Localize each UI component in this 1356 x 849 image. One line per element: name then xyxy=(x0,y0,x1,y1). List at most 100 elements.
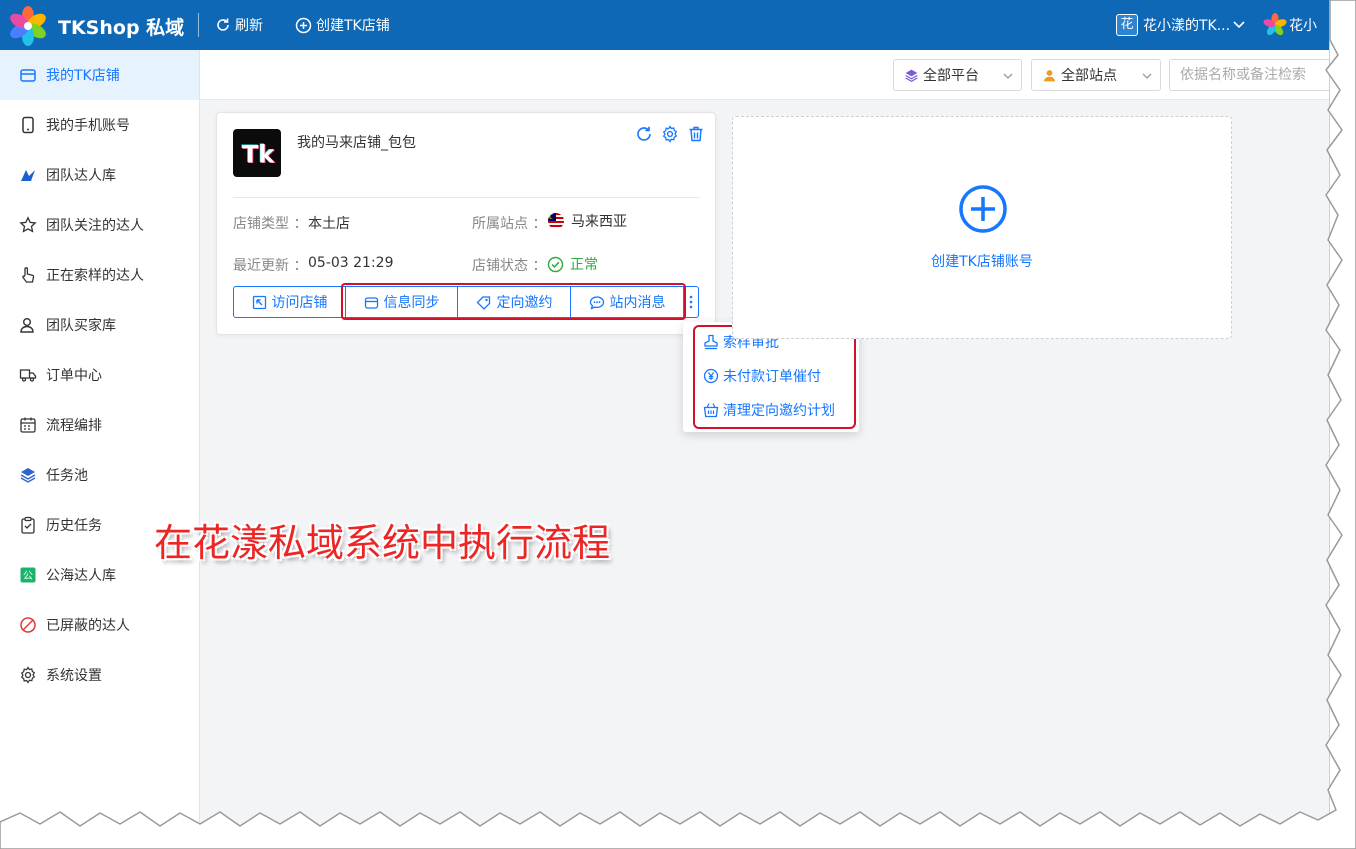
malaysia-flag-icon xyxy=(548,213,564,229)
shop-type-value: 本土店 xyxy=(308,213,350,233)
card-actions xyxy=(635,125,705,147)
shop-type-text: 本土店 xyxy=(308,216,350,232)
chevron-down-icon[interactable] xyxy=(1232,18,1246,32)
card-divider xyxy=(233,197,700,198)
topbar-divider xyxy=(198,13,199,37)
sidebar-item-team-buyers[interactable]: 团队买家库 xyxy=(0,300,199,350)
store-sync-icon xyxy=(364,296,378,309)
annotation-caption: 在花漾私域系统中执行流程 xyxy=(154,521,611,565)
logo-text: Tk xyxy=(242,141,275,169)
sidebar-item-blocked-creators[interactable]: 已屏蔽的达人 xyxy=(0,600,199,650)
buyer-icon xyxy=(18,315,38,335)
star-icon xyxy=(18,215,38,235)
shop-status-text: 正常 xyxy=(570,257,598,273)
gear-icon[interactable] xyxy=(661,125,679,147)
sidebar-item-order-center[interactable]: 订单中心 xyxy=(0,350,199,400)
trash-icon[interactable] xyxy=(687,125,705,147)
plus-circle-icon xyxy=(295,17,312,33)
chevron-down-icon xyxy=(1142,73,1152,79)
org-logo-icon xyxy=(1263,13,1287,36)
visit-shop-label: 访问店铺 xyxy=(271,295,328,311)
creator-library-icon xyxy=(18,165,38,185)
sidebar-item-task-pool[interactable]: 任务池 xyxy=(0,450,199,500)
sidebar-item-label: 我的TK店铺 xyxy=(46,68,120,84)
sidebar-item-label: 团队关注的达人 xyxy=(46,218,144,234)
search-input[interactable] xyxy=(1169,59,1329,91)
sidebar-item-label: 历史任务 xyxy=(46,518,102,534)
phone-icon xyxy=(18,115,38,135)
updated-text: 05-03 21:29 xyxy=(308,255,394,271)
sidebar-item-label: 团队达人库 xyxy=(46,168,116,184)
top-bar: TKShop 私域 刷新 创建TK店铺 花 花小漾的TK... 花小 xyxy=(0,0,1329,50)
sidebar-item-sampling-creators[interactable]: 正在索样的达人 xyxy=(0,250,199,300)
shop-site-text: 马来西亚 xyxy=(571,214,627,230)
truck-icon xyxy=(18,365,38,385)
tiktok-logo-icon: Tk Tk Tk xyxy=(241,140,276,169)
block-icon xyxy=(18,615,38,635)
sidebar-item-label: 流程编排 xyxy=(46,418,102,434)
create-shop-card[interactable]: 创建TK店铺账号 xyxy=(732,116,1232,339)
menu-item-clear-invite-plan[interactable]: 清理定向邀约计划 xyxy=(703,400,835,420)
platform-select[interactable]: 全部平台 xyxy=(893,59,1022,91)
hand-pointer-icon xyxy=(18,265,38,285)
sidebar: 我的TK店铺 我的手机账号 团队达人库 团队关注的达人 正在索样的达人 团队买家… xyxy=(0,50,200,832)
app-title: TKShop 私域 xyxy=(58,17,185,39)
shop-card[interactable]: Tk Tk Tk 我的马来店铺_包包 店铺类型 ： 本土店 所属站点 ： 马来西… xyxy=(216,112,716,335)
clipboard-icon xyxy=(18,515,38,535)
card-button-group: 访问店铺 信息同步 定向邀约 站内消息 xyxy=(233,286,699,318)
plus-circle-icon xyxy=(959,185,1007,233)
refresh-icon xyxy=(217,18,229,31)
sidebar-item-label: 团队买家库 xyxy=(46,318,116,334)
tag-icon xyxy=(476,295,490,310)
sidebar-item-system-settings[interactable]: 系统设置 xyxy=(0,650,199,700)
sidebar-item-label: 系统设置 xyxy=(46,668,102,684)
sidebar-item-followed-creators[interactable]: 团队关注的达人 xyxy=(0,200,199,250)
more-actions-button[interactable] xyxy=(683,286,699,318)
sidebar-item-label: 订单中心 xyxy=(46,368,102,384)
location-user-icon xyxy=(1044,69,1055,81)
site-select-value: 全部站点 xyxy=(1061,68,1117,84)
app-window: TKShop 私域 刷新 创建TK店铺 花 花小漾的TK... 花小 我的TK店… xyxy=(0,0,1330,832)
shop-name: 我的马来店铺_包包 xyxy=(297,135,416,151)
shop-status-label: 店铺状态 ： xyxy=(472,258,547,274)
clear-basket-icon xyxy=(703,403,719,418)
shop-type-label: 店铺类型 ： xyxy=(233,216,308,232)
visit-shop-button[interactable]: 访问店铺 xyxy=(233,286,346,318)
shop-logo: Tk Tk Tk xyxy=(233,129,281,177)
chevron-down-icon xyxy=(1003,73,1013,79)
store-icon xyxy=(18,65,38,85)
targeted-invite-label: 定向邀约 xyxy=(496,295,553,311)
targeted-invite-button[interactable]: 定向邀约 xyxy=(457,286,571,318)
create-shop-button[interactable]: 创建TK店铺 xyxy=(295,15,390,35)
calendar-icon xyxy=(18,415,38,435)
shop-site-value: 马来西亚 xyxy=(547,211,627,231)
public-pool-icon: 公 xyxy=(18,565,38,585)
site-select[interactable]: 全部站点 xyxy=(1031,59,1161,91)
sidebar-item-phone-accounts[interactable]: 我的手机账号 xyxy=(0,100,199,150)
refresh-icon[interactable] xyxy=(635,125,653,147)
org-name[interactable]: 花小 xyxy=(1289,15,1317,35)
sidebar-item-label: 任务池 xyxy=(46,468,88,484)
sidebar-item-workflow[interactable]: 流程编排 xyxy=(0,400,199,450)
check-circle-icon xyxy=(547,256,564,272)
user-avatar[interactable]: 花 xyxy=(1116,14,1138,36)
gear-icon xyxy=(18,665,38,685)
in-site-message-label: 站内消息 xyxy=(609,295,666,311)
sidebar-item-label: 正在索样的达人 xyxy=(46,268,144,284)
user-name[interactable]: 花小漾的TK... xyxy=(1143,15,1230,35)
filter-bar: 全部平台 全部站点 xyxy=(200,50,1329,100)
refresh-button[interactable]: 刷新 xyxy=(215,15,263,35)
refresh-label: 刷新 xyxy=(235,18,263,34)
sidebar-item-label: 公海达人库 xyxy=(46,568,116,584)
sidebar-item-my-tk-shops[interactable]: 我的TK店铺 xyxy=(0,50,199,100)
platform-select-value: 全部平台 xyxy=(923,68,979,84)
yuan-circle-icon xyxy=(703,368,719,384)
chat-icon xyxy=(589,295,604,310)
in-site-message-button[interactable]: 站内消息 xyxy=(570,286,684,318)
info-sync-button[interactable]: 信息同步 xyxy=(345,286,458,318)
create-shop-label: 创建TK店铺 xyxy=(316,18,390,34)
menu-item-unpaid-reminder[interactable]: 未付款订单催付 xyxy=(703,366,821,386)
menu-item-label: 未付款订单催付 xyxy=(723,369,821,385)
sidebar-item-team-creators[interactable]: 团队达人库 xyxy=(0,150,199,200)
updated-label: 最近更新 ： xyxy=(233,258,308,274)
